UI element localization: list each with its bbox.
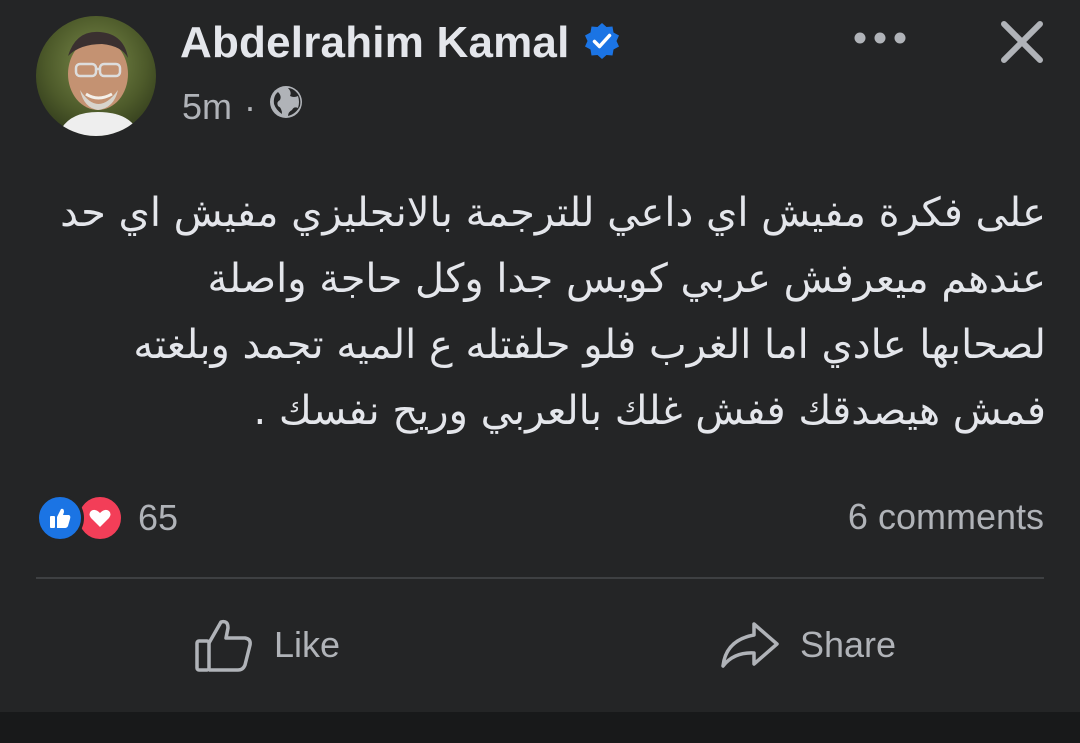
author-header: Abdelrahim Kamal <box>180 18 622 68</box>
reaction-count: 65 <box>138 497 179 538</box>
more-options-button[interactable] <box>850 18 910 58</box>
post-text-line: لصحابها عادي اما الغرب فلو حلفتله ع المي… <box>133 322 1046 368</box>
meta-separator: · <box>244 85 257 127</box>
like-label: Like <box>274 624 341 665</box>
globe-icon <box>268 84 304 129</box>
post-text-line: على فكرة مفيش اي داعي للترجمة بالانجليزي… <box>60 190 1046 236</box>
share-arrow-icon <box>721 622 779 668</box>
comments-count[interactable]: 6 comments <box>848 496 1044 538</box>
author-name[interactable]: Abdelrahim Kamal <box>180 18 570 68</box>
post-text-line: عندهم ميعرفش عربي كويس جدا وكل حاجة واصل… <box>207 256 1046 302</box>
author-avatar[interactable] <box>36 16 156 136</box>
post-time[interactable]: 5m <box>182 86 232 128</box>
reactions-summary[interactable]: 65 <box>36 494 178 542</box>
bottom-bar <box>0 712 1080 743</box>
verified-badge-icon <box>582 21 622 66</box>
share-label: Share <box>800 624 897 665</box>
like-button[interactable]: Like <box>194 610 340 680</box>
post-card: Abdelrahim Kamal 5m · على فكرة مفيش اي د… <box>0 0 1080 712</box>
post-text-line: فمش هيصدقك ففش غلك بالعربي وريح نفسك . <box>253 388 1046 434</box>
post-meta: 5m · <box>182 84 304 129</box>
close-icon <box>1001 21 1043 63</box>
like-reaction-icon <box>36 494 84 542</box>
thumbs-up-icon <box>195 619 252 672</box>
close-button[interactable] <box>992 12 1052 72</box>
divider <box>36 577 1044 579</box>
post-body: على فكرة مفيش اي داعي للترجمة بالانجليزي… <box>36 180 1046 444</box>
share-button[interactable]: Share <box>720 610 896 680</box>
more-horizontal-icon <box>854 32 906 44</box>
